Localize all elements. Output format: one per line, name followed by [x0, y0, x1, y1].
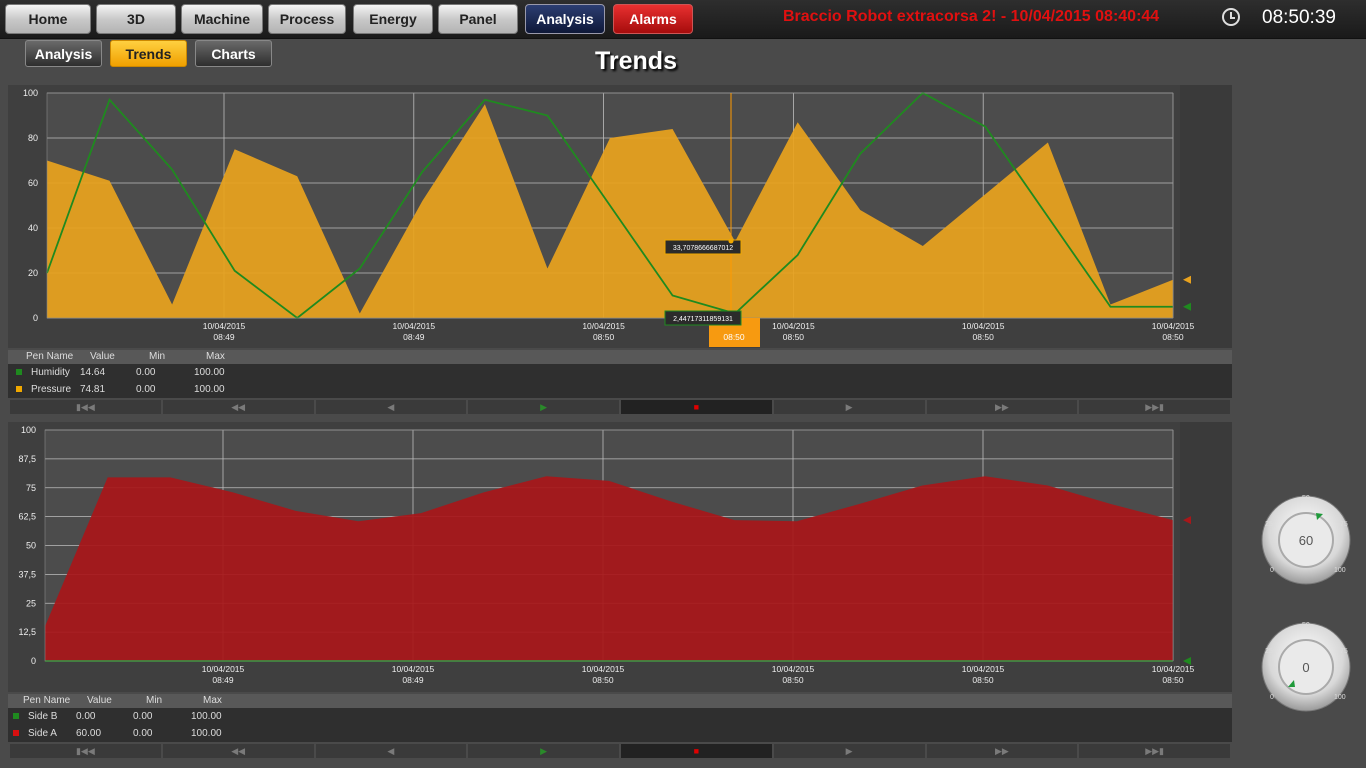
pen-table-2-header-name: Pen Name	[23, 695, 71, 706]
stop-icon[interactable]: ■	[621, 744, 772, 758]
chart-2-x-tick-date: 10/04/2015	[962, 664, 1005, 674]
chart-2-y-tick-label: 12,5	[18, 627, 36, 637]
chart-2-y-tick-label: 0	[31, 656, 36, 666]
pen-table-2-header-max: Max	[203, 695, 222, 706]
knob-1-scale-0: 0	[1270, 567, 1274, 574]
knob-1-scale-75: 75	[1340, 521, 1348, 528]
chart-2-y-tick-label: 100	[21, 425, 36, 435]
knob-2[interactable]: 0 50 25 75 0 100	[1250, 615, 1360, 725]
chart-2-x-tick-date: 10/04/2015	[202, 664, 245, 674]
chart-2-x-tick-time: 08:49	[212, 675, 234, 685]
trend-chart-2[interactable]: 012,52537,55062,57587,510010/04/201508:4…	[0, 0, 1366, 768]
pen-name: Side A	[28, 728, 57, 739]
chart-2-x-tick-date: 10/04/2015	[582, 664, 625, 674]
step-back-icon[interactable]: ◀	[315, 744, 467, 758]
pen-table-2-row-side-b[interactable]: Side B 0.00 0.00 100.00	[8, 708, 1232, 725]
chart-2-y-tick-label: 25	[26, 598, 36, 608]
pen-table-2: Pen Name Value Min Max Side B 0.00 0.00 …	[8, 694, 1232, 742]
chart-2-y-tick-label: 50	[26, 541, 36, 551]
knob-2-scale-25: 25	[1265, 648, 1273, 655]
chart-2-y-tick-label: 75	[26, 483, 36, 493]
pen-name: Side B	[28, 711, 58, 722]
play-icon[interactable]: ▶	[468, 744, 619, 758]
fast-forward-icon[interactable]: ▶▶	[926, 744, 1078, 758]
last-icon[interactable]: ▶▶▮	[1079, 744, 1230, 758]
chart-2-y-tick-label: 62,5	[18, 512, 36, 522]
knob-2-scale-0: 0	[1270, 694, 1274, 701]
pen-min: 0.00	[133, 728, 153, 739]
chart-2-x-tick-time: 08:50	[972, 675, 994, 685]
knob-1[interactable]: 60 50 25 75 0 100	[1250, 488, 1360, 598]
chart-2-series-side-a-marker	[1183, 516, 1191, 525]
pen-table-2-header: Pen Name Value Min Max	[8, 694, 1232, 708]
rewind-icon[interactable]: ◀◀	[162, 744, 314, 758]
chart-2-x-tick-date: 10/04/2015	[1152, 664, 1195, 674]
chart-2-x-tick-date: 10/04/2015	[772, 664, 815, 674]
chart-2-x-tick-time: 08:49	[402, 675, 424, 685]
knob-2-value: 0	[1302, 660, 1309, 675]
chart-2-x-tick-time: 08:50	[592, 675, 614, 685]
chart-2-x-tick-date: 10/04/2015	[392, 664, 435, 674]
side-b-swatch	[13, 713, 19, 719]
step-forward-icon[interactable]: ▶	[773, 744, 925, 758]
knob-2-scale-50: 50	[1302, 622, 1310, 629]
pen-table-2-row-side-a[interactable]: Side A 60.00 0.00 100.00	[8, 725, 1232, 742]
chart-2-y-tick-label: 37,5	[18, 569, 36, 579]
pen-value: 60.00	[76, 728, 102, 739]
chart-2-x-tick-time: 08:50	[1162, 675, 1184, 685]
pen-max: 100.00	[191, 728, 222, 739]
pen-table-2-header-value: Value	[87, 695, 112, 706]
pen-table-2-header-min: Min	[146, 695, 163, 706]
pen-value: 0.00	[76, 711, 96, 722]
chart-2-series-side-a-area	[45, 476, 1173, 661]
playback-controls-2: ▮◀◀ ◀◀ ◀ ▶ ■ ▶ ▶▶ ▶▶▮	[10, 744, 1230, 758]
knob-1-scale-25: 25	[1265, 521, 1273, 528]
pen-min: 0.00	[133, 711, 153, 722]
knob-1-scale-50: 50	[1302, 495, 1310, 502]
pen-max: 100.00	[191, 711, 222, 722]
knob-1-scale-100: 100	[1334, 567, 1346, 574]
side-a-swatch	[13, 730, 19, 736]
first-icon[interactable]: ▮◀◀	[10, 744, 161, 758]
chart-2-x-tick-time: 08:50	[782, 675, 804, 685]
knob-2-scale-100: 100	[1334, 694, 1346, 701]
knob-2-scale-75: 75	[1340, 648, 1348, 655]
knob-1-value: 60	[1299, 533, 1313, 548]
chart-2-y-tick-label: 87,5	[18, 454, 36, 464]
